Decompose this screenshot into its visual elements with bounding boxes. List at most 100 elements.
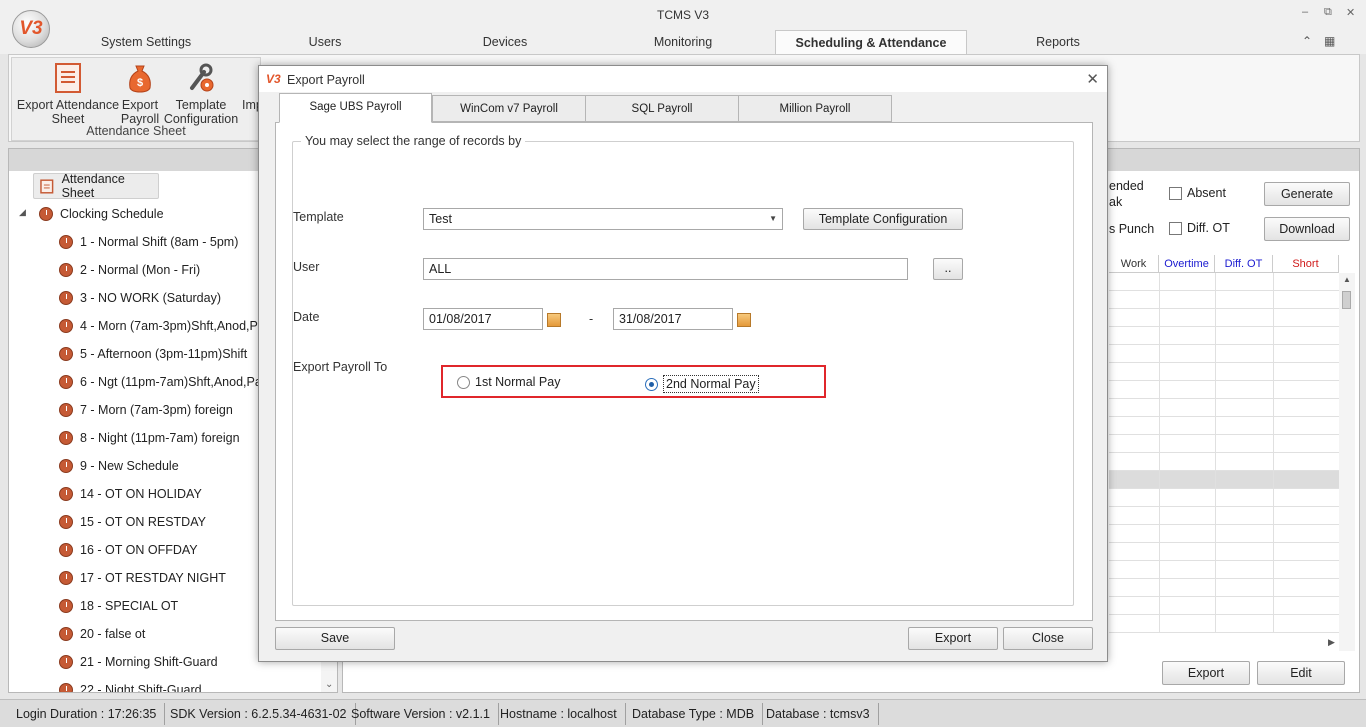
schedule-item[interactable]: 2 - Normal (Mon - Fri) xyxy=(59,260,200,280)
layout-icon[interactable]: ▦ xyxy=(1324,34,1335,48)
table-row[interactable] xyxy=(1109,291,1339,309)
schedule-item[interactable]: 21 - Morning Shift-Guard xyxy=(59,652,218,672)
close-window-icon[interactable]: ✕ xyxy=(1346,6,1355,19)
export-payroll-button[interactable]: $ Export Payroll xyxy=(118,60,162,126)
scroll-right-icon[interactable]: ▶ xyxy=(1328,637,1335,648)
export-button[interactable]: Export xyxy=(1162,661,1250,685)
schedule-item-label: 16 - OT ON OFFDAY xyxy=(80,543,198,557)
restore-icon[interactable]: ⧉ xyxy=(1324,6,1332,19)
schedule-item[interactable]: 18 - SPECIAL OT xyxy=(59,596,178,616)
schedule-item[interactable]: 3 - NO WORK (Saturday) xyxy=(59,288,221,308)
dialog-close-button[interactable]: Close xyxy=(1003,627,1093,650)
tab-million-payroll[interactable]: Million Payroll xyxy=(738,95,892,122)
table-row[interactable] xyxy=(1109,273,1339,291)
absent-checkbox[interactable]: Absent xyxy=(1169,186,1226,201)
schedule-item[interactable]: 14 - OT ON HOLIDAY xyxy=(59,484,202,504)
table-row[interactable] xyxy=(1109,435,1339,453)
schedule-item[interactable]: 5 - Afternoon (3pm-11pm)Shift xyxy=(59,344,247,364)
calendar-icon[interactable] xyxy=(547,313,561,327)
table-row[interactable] xyxy=(1109,399,1339,417)
table-row[interactable] xyxy=(1109,363,1339,381)
ribbon-tabs: System Settings Users Devices Monitoring… xyxy=(0,30,1366,54)
edit-button[interactable]: Edit xyxy=(1257,661,1345,685)
schedule-item[interactable]: 17 - OT RESTDAY NIGHT xyxy=(59,568,226,588)
table-row[interactable] xyxy=(1109,525,1339,543)
schedule-item[interactable]: 8 - Night (11pm-7am) foreign xyxy=(59,428,240,448)
table-row[interactable] xyxy=(1109,561,1339,579)
schedule-item[interactable]: 9 - New Schedule xyxy=(59,456,179,476)
diff-ot-checkbox-box[interactable] xyxy=(1169,222,1182,236)
clock-icon xyxy=(39,207,53,221)
tab-devices[interactable]: Devices xyxy=(430,30,580,54)
schedule-item[interactable]: 4 - Morn (7am-3pm)Shft,Anod,Pac xyxy=(59,316,271,336)
first-normal-pay-radio[interactable]: 1st Normal Pay xyxy=(457,375,560,389)
col-overtime[interactable]: Overtime xyxy=(1159,255,1215,273)
status-database: Database : tcmsv3 xyxy=(758,703,879,725)
schedule-item[interactable]: 1 - Normal Shift (8am - 5pm) xyxy=(59,232,238,252)
user-browse-button[interactable]: .. xyxy=(933,258,963,280)
dialog-close-icon[interactable]: ✕ xyxy=(1086,70,1099,88)
scroll-down-icon[interactable]: ⌄ xyxy=(325,679,333,690)
absent-checkbox-box[interactable] xyxy=(1169,187,1182,201)
app-logo[interactable]: V3 xyxy=(12,10,50,48)
schedule-item[interactable]: 16 - OT ON OFFDAY xyxy=(59,540,198,560)
table-row[interactable] xyxy=(1109,417,1339,435)
download-button[interactable]: Download xyxy=(1264,217,1350,241)
date-to-field[interactable]: 31/08/2017 xyxy=(613,308,733,330)
template-config-line1: Template xyxy=(175,98,227,112)
user-field[interactable]: ALL xyxy=(423,258,908,280)
table-row[interactable] xyxy=(1109,543,1339,561)
export-attendance-sheet-button[interactable]: Export Attendance Sheet xyxy=(16,60,120,126)
tab-scheduling-attendance[interactable]: Scheduling & Attendance xyxy=(775,30,967,54)
grid-scrollbar[interactable]: ▲ xyxy=(1339,273,1355,651)
schedule-item[interactable]: 20 - false ot xyxy=(59,624,145,644)
table-row[interactable] xyxy=(1109,471,1339,489)
table-row[interactable] xyxy=(1109,489,1339,507)
calendar-icon[interactable] xyxy=(737,313,751,327)
tab-monitoring[interactable]: Monitoring xyxy=(608,30,758,54)
tab-sage-ubs-payroll[interactable]: Sage UBS Payroll xyxy=(279,93,432,123)
tree-root-clocking-schedule[interactable]: Clocking Schedule xyxy=(39,204,164,224)
tab-wincom-v7-payroll[interactable]: WinCom v7 Payroll xyxy=(432,95,586,122)
date-from-field[interactable]: 01/08/2017 xyxy=(423,308,543,330)
table-row[interactable] xyxy=(1109,327,1339,345)
table-row[interactable] xyxy=(1109,345,1339,363)
table-row[interactable] xyxy=(1109,615,1339,633)
template-select[interactable]: Test ▼ xyxy=(423,208,783,230)
table-row[interactable] xyxy=(1109,507,1339,525)
generate-button[interactable]: Generate xyxy=(1264,182,1350,206)
dialog-title-bar[interactable]: V3 Export Payroll ✕ xyxy=(259,66,1107,92)
table-row[interactable] xyxy=(1109,579,1339,597)
schedule-item[interactable]: 15 - OT ON RESTDAY xyxy=(59,512,206,532)
tree-expand-icon[interactable]: ◢ xyxy=(19,207,26,218)
grid-scroll-thumb[interactable] xyxy=(1342,291,1351,309)
tab-users[interactable]: Users xyxy=(250,30,400,54)
collapse-ribbon-icon[interactable]: ⌃ xyxy=(1302,34,1312,48)
dialog-export-button[interactable]: Export xyxy=(908,627,998,650)
schedule-item[interactable]: 6 - Ngt (11pm-7am)Shft,Anod,Pac xyxy=(59,372,268,392)
template-configuration-dialog-button[interactable]: Template Configuration xyxy=(803,208,963,230)
scroll-up-icon[interactable]: ▲ xyxy=(1343,275,1351,284)
schedule-item[interactable]: 7 - Morn (7am-3pm) foreign xyxy=(59,400,233,420)
clock-icon xyxy=(59,683,73,692)
title-bar: TCMS V3 – ⧉ ✕ xyxy=(0,0,1366,30)
schedule-item-label: 20 - false ot xyxy=(80,627,146,641)
table-row[interactable] xyxy=(1109,309,1339,327)
save-button[interactable]: Save xyxy=(275,627,395,650)
attendance-sheet-button[interactable]: Attendance Sheet xyxy=(33,172,159,200)
tab-system-settings[interactable]: System Settings xyxy=(58,30,234,54)
schedule-item[interactable]: 22 - Night Shift-Guard xyxy=(59,680,202,692)
second-normal-pay-radio[interactable]: 2nd Normal Pay xyxy=(645,375,759,393)
tab-reports[interactable]: Reports xyxy=(983,30,1133,54)
attendance-sheet-label: Attendance Sheet xyxy=(61,172,125,200)
table-row[interactable] xyxy=(1109,381,1339,399)
template-configuration-button[interactable]: Template Configuration xyxy=(162,60,240,126)
col-diff-ot[interactable]: Diff. OT xyxy=(1215,255,1273,273)
col-work[interactable]: Work xyxy=(1109,255,1159,273)
minimize-icon[interactable]: – xyxy=(1302,6,1308,18)
table-row[interactable] xyxy=(1109,453,1339,471)
table-row[interactable] xyxy=(1109,597,1339,615)
diff-ot-checkbox[interactable]: Diff. OT xyxy=(1169,221,1230,236)
tab-sql-payroll[interactable]: SQL Payroll xyxy=(585,95,739,122)
col-short[interactable]: Short xyxy=(1273,255,1339,273)
